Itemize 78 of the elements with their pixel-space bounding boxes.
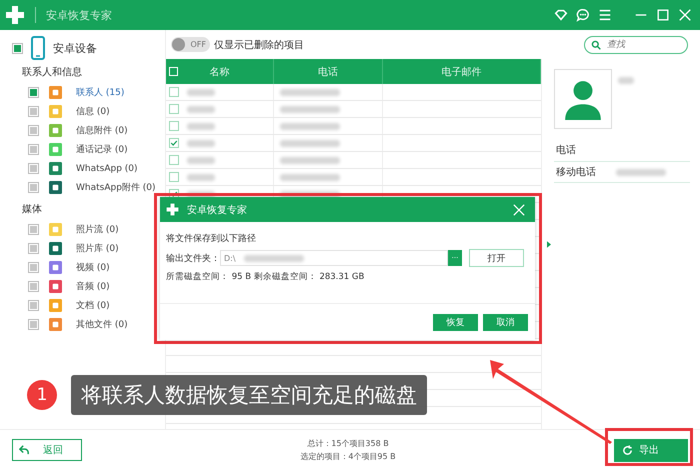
back-arrow-icon xyxy=(19,445,29,455)
checkbox[interactable] xyxy=(28,262,39,273)
category-item[interactable]: WhatsApp附件 (0) xyxy=(76,181,156,194)
field-label: 移动电话 xyxy=(556,166,596,179)
blurred-text xyxy=(187,156,215,164)
blurred-text xyxy=(280,106,340,112)
blurred-text xyxy=(618,77,634,84)
chat-icon[interactable] xyxy=(576,8,590,22)
checkbox[interactable] xyxy=(28,243,39,254)
blurred-text xyxy=(187,122,215,130)
search-icon xyxy=(591,40,601,50)
blurred-text xyxy=(280,88,340,96)
person-icon xyxy=(562,78,604,120)
category-item[interactable]: 联系人 (15) xyxy=(76,86,124,99)
menu-icon[interactable] xyxy=(598,8,612,22)
field-label: 输出文件夹： xyxy=(166,252,220,264)
category-item[interactable]: 照片流 (0) xyxy=(76,223,119,236)
summary-text: 选定的项目：4个项目95 B xyxy=(300,451,396,463)
checkbox[interactable] xyxy=(28,319,39,330)
category-item[interactable]: WhatsApp (0) xyxy=(76,164,138,174)
checkbox[interactable] xyxy=(169,87,179,97)
category-item[interactable]: 文档 (0) xyxy=(76,299,110,312)
checkbox[interactable] xyxy=(169,172,179,182)
blurred-text xyxy=(280,174,340,180)
plus-logo-icon xyxy=(166,203,179,216)
checkbox[interactable] xyxy=(28,163,39,174)
step-badge: 1 xyxy=(27,380,57,410)
blurred-text xyxy=(280,140,340,146)
checkbox[interactable] xyxy=(28,182,39,193)
checkbox[interactable] xyxy=(28,300,39,311)
category-item[interactable]: 通话记录 (0) xyxy=(76,143,128,156)
close-icon[interactable] xyxy=(513,204,525,216)
checkbox[interactable] xyxy=(28,281,39,292)
plus-logo-icon xyxy=(5,5,25,25)
checkbox[interactable] xyxy=(28,144,39,155)
phone-icon xyxy=(31,36,45,60)
checkbox[interactable] xyxy=(169,121,179,131)
diamond-icon[interactable] xyxy=(554,8,568,22)
blurred-text xyxy=(187,106,215,112)
dialog-heading: 将文件保存到以下路径 xyxy=(166,232,257,245)
section-label: 电话 xyxy=(554,139,690,162)
category-item[interactable]: 视频 (0) xyxy=(76,261,110,274)
category-item[interactable]: 照片库 (0) xyxy=(76,242,119,255)
close-icon[interactable] xyxy=(678,8,692,22)
blurred-text xyxy=(187,140,215,146)
category-item[interactable]: 其他文件 (0) xyxy=(76,318,128,331)
device-label[interactable]: 安卓设备 xyxy=(53,40,97,56)
checkbox[interactable] xyxy=(169,138,179,148)
checkbox[interactable] xyxy=(28,125,39,136)
dialog-title: 安卓恢复专家 xyxy=(187,204,247,216)
expand-arrow-icon[interactable] xyxy=(547,240,551,248)
blurred-text xyxy=(187,88,215,96)
group-heading: 媒体 xyxy=(21,203,43,217)
callout-text: 将联系人数据恢复至空间充足的磁盘 xyxy=(71,375,427,415)
checkbox[interactable] xyxy=(28,224,39,235)
checkbox[interactable] xyxy=(28,106,39,117)
window-title: 安卓恢复专家 xyxy=(46,8,112,22)
disk-space-text: 所需磁盘空间： 95 B 剩余磁盘空间： 283.31 GB xyxy=(166,271,366,283)
search-field[interactable]: 查找 xyxy=(584,36,688,54)
blurred-text xyxy=(280,122,340,130)
blurred-text xyxy=(616,168,666,176)
blurred-text xyxy=(280,156,340,164)
toggle-caption: 仅显示已删除的项目 xyxy=(214,38,304,52)
maximize-icon[interactable] xyxy=(656,8,670,22)
summary-text: 总计：15个项目358 B xyxy=(307,438,389,450)
open-button[interactable]: 打开 xyxy=(469,249,524,267)
refresh-icon xyxy=(622,444,633,456)
category-item[interactable]: 音频 (0) xyxy=(76,280,110,293)
checkbox[interactable] xyxy=(12,42,23,54)
folder-path-field[interactable]: D:\ xyxy=(220,250,448,266)
blurred-text xyxy=(187,174,215,180)
category-item[interactable]: 信息 (0) xyxy=(76,105,110,118)
checkbox[interactable] xyxy=(28,87,39,98)
category-item[interactable]: 信息附件 (0) xyxy=(76,124,128,137)
checkbox[interactable] xyxy=(169,104,179,114)
group-heading: 联系人和信息 xyxy=(21,66,83,80)
toggle-switch[interactable]: OFF xyxy=(171,37,210,52)
checkbox[interactable] xyxy=(169,155,179,165)
